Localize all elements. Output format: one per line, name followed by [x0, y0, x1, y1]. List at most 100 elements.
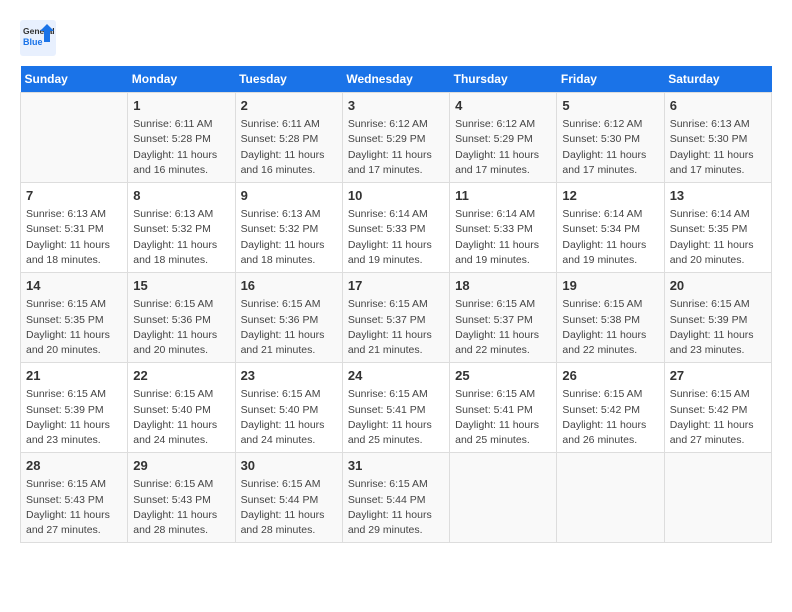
calendar-week-row: 21 Sunrise: 6:15 AM Sunset: 5:39 PM Dayli… [21, 363, 772, 453]
calendar-cell: 22Sunrise: 6:15 AM Sunset: 5:40 PM Dayli… [128, 363, 235, 453]
cell-info: Sunrise: 6:15 AM Sunset: 5:39 PM Dayligh… [670, 297, 766, 358]
calendar-cell: 13 Sunrise: 6:14 AM Sunset: 5:35 PM Dayli… [664, 183, 771, 273]
calendar-cell: 9Sunrise: 6:13 AM Sunset: 5:32 PM Daylig… [235, 183, 342, 273]
day-number: 29 [133, 457, 229, 475]
calendar-cell: 8 Sunrise: 6:13 AM Sunset: 5:32 PM Daylig… [128, 183, 235, 273]
day-number: 23 [241, 367, 337, 385]
calendar-week-row: 14Sunrise: 6:15 AM Sunset: 5:35 PM Dayli… [21, 273, 772, 363]
cell-info: Sunrise: 6:13 AM Sunset: 5:30 PM Dayligh… [670, 117, 766, 178]
calendar-cell: 1 Sunrise: 6:11 AM Sunset: 5:28 PM Daylig… [128, 93, 235, 183]
svg-text:Blue: Blue [23, 37, 43, 47]
weekday-header: Saturday [664, 66, 771, 93]
day-number: 9 [241, 187, 337, 205]
cell-info: Sunrise: 6:15 AM Sunset: 5:43 PM Dayligh… [26, 477, 122, 538]
cell-info: Sunrise: 6:15 AM Sunset: 5:40 PM Dayligh… [241, 387, 337, 448]
day-number: 16 [241, 277, 337, 295]
calendar-cell: 3 Sunrise: 6:12 AM Sunset: 5:29 PM Daylig… [342, 93, 449, 183]
day-number: 10 [348, 187, 444, 205]
weekday-header: Thursday [450, 66, 557, 93]
day-number: 24 [348, 367, 444, 385]
day-number: 7 [26, 187, 122, 205]
logo: General Blue [20, 20, 56, 56]
weekday-header: Wednesday [342, 66, 449, 93]
calendar-cell: 30 Sunrise: 6:15 AM Sunset: 5:44 PM Dayli… [235, 453, 342, 543]
page-header: General Blue [20, 20, 772, 56]
day-number: 1 [133, 97, 229, 115]
calendar-cell [21, 93, 128, 183]
weekday-header: Friday [557, 66, 664, 93]
calendar-table: SundayMondayTuesdayWednesdayThursdayFrid… [20, 66, 772, 543]
calendar-cell: 20 Sunrise: 6:15 AM Sunset: 5:39 PM Dayli… [664, 273, 771, 363]
day-number: 18 [455, 277, 551, 295]
calendar-cell: 28 Sunrise: 6:15 AM Sunset: 5:43 PM Dayli… [21, 453, 128, 543]
calendar-week-row: 28 Sunrise: 6:15 AM Sunset: 5:43 PM Dayli… [21, 453, 772, 543]
day-number: 20 [670, 277, 766, 295]
cell-info: Sunrise: 6:11 AM Sunset: 5:28 PM Dayligh… [241, 117, 337, 178]
cell-info: Sunrise: 6:15 AM Sunset: 5:39 PM Dayligh… [26, 387, 122, 448]
cell-info: Sunrise: 6:14 AM Sunset: 5:33 PM Dayligh… [348, 207, 444, 268]
day-number: 31 [348, 457, 444, 475]
weekday-header: Tuesday [235, 66, 342, 93]
calendar-cell: 25 Sunrise: 6:15 AM Sunset: 5:41 PM Dayli… [450, 363, 557, 453]
cell-info: Sunrise: 6:15 AM Sunset: 5:37 PM Dayligh… [455, 297, 551, 358]
cell-info: Sunrise: 6:13 AM Sunset: 5:32 PM Dayligh… [133, 207, 229, 268]
calendar-cell: 29Sunrise: 6:15 AM Sunset: 5:43 PM Dayli… [128, 453, 235, 543]
calendar-cell [557, 453, 664, 543]
cell-info: Sunrise: 6:15 AM Sunset: 5:37 PM Dayligh… [348, 297, 444, 358]
cell-info: Sunrise: 6:13 AM Sunset: 5:31 PM Dayligh… [26, 207, 122, 268]
cell-info: Sunrise: 6:15 AM Sunset: 5:41 PM Dayligh… [348, 387, 444, 448]
cell-info: Sunrise: 6:15 AM Sunset: 5:44 PM Dayligh… [348, 477, 444, 538]
day-number: 30 [241, 457, 337, 475]
calendar-cell: 23 Sunrise: 6:15 AM Sunset: 5:40 PM Dayli… [235, 363, 342, 453]
calendar-cell: 10 Sunrise: 6:14 AM Sunset: 5:33 PM Dayli… [342, 183, 449, 273]
header-row: SundayMondayTuesdayWednesdayThursdayFrid… [21, 66, 772, 93]
day-number: 28 [26, 457, 122, 475]
day-number: 25 [455, 367, 551, 385]
calendar-cell: 16 Sunrise: 6:15 AM Sunset: 5:36 PM Dayli… [235, 273, 342, 363]
weekday-header: Sunday [21, 66, 128, 93]
calendar-cell [664, 453, 771, 543]
day-number: 13 [670, 187, 766, 205]
calendar-cell: 15 Sunrise: 6:15 AM Sunset: 5:36 PM Dayli… [128, 273, 235, 363]
day-number: 26 [562, 367, 658, 385]
day-number: 21 [26, 367, 122, 385]
cell-info: Sunrise: 6:15 AM Sunset: 5:35 PM Dayligh… [26, 297, 122, 358]
day-number: 2 [241, 97, 337, 115]
calendar-cell: 19Sunrise: 6:15 AM Sunset: 5:38 PM Dayli… [557, 273, 664, 363]
cell-info: Sunrise: 6:15 AM Sunset: 5:36 PM Dayligh… [241, 297, 337, 358]
cell-info: Sunrise: 6:14 AM Sunset: 5:35 PM Dayligh… [670, 207, 766, 268]
calendar-cell: 18 Sunrise: 6:15 AM Sunset: 5:37 PM Dayli… [450, 273, 557, 363]
cell-info: Sunrise: 6:15 AM Sunset: 5:41 PM Dayligh… [455, 387, 551, 448]
cell-info: Sunrise: 6:15 AM Sunset: 5:40 PM Dayligh… [133, 387, 229, 448]
calendar-cell: 11 Sunrise: 6:14 AM Sunset: 5:33 PM Dayli… [450, 183, 557, 273]
weekday-header: Monday [128, 66, 235, 93]
day-number: 5 [562, 97, 658, 115]
cell-info: Sunrise: 6:15 AM Sunset: 5:38 PM Dayligh… [562, 297, 658, 358]
day-number: 15 [133, 277, 229, 295]
calendar-cell: 2 Sunrise: 6:11 AM Sunset: 5:28 PM Daylig… [235, 93, 342, 183]
day-number: 17 [348, 277, 444, 295]
calendar-cell: 17 Sunrise: 6:15 AM Sunset: 5:37 PM Dayli… [342, 273, 449, 363]
day-number: 11 [455, 187, 551, 205]
cell-info: Sunrise: 6:15 AM Sunset: 5:42 PM Dayligh… [670, 387, 766, 448]
cell-info: Sunrise: 6:14 AM Sunset: 5:34 PM Dayligh… [562, 207, 658, 268]
calendar-cell: 4Sunrise: 6:12 AM Sunset: 5:29 PM Daylig… [450, 93, 557, 183]
calendar-cell: 31 Sunrise: 6:15 AM Sunset: 5:44 PM Dayli… [342, 453, 449, 543]
cell-info: Sunrise: 6:14 AM Sunset: 5:33 PM Dayligh… [455, 207, 551, 268]
day-number: 8 [133, 187, 229, 205]
calendar-cell [450, 453, 557, 543]
cell-info: Sunrise: 6:11 AM Sunset: 5:28 PM Dayligh… [133, 117, 229, 178]
cell-info: Sunrise: 6:12 AM Sunset: 5:29 PM Dayligh… [348, 117, 444, 178]
cell-info: Sunrise: 6:12 AM Sunset: 5:30 PM Dayligh… [562, 117, 658, 178]
calendar-cell: 5 Sunrise: 6:12 AM Sunset: 5:30 PM Daylig… [557, 93, 664, 183]
day-number: 6 [670, 97, 766, 115]
calendar-cell: 7 Sunrise: 6:13 AM Sunset: 5:31 PM Daylig… [21, 183, 128, 273]
cell-info: Sunrise: 6:15 AM Sunset: 5:36 PM Dayligh… [133, 297, 229, 358]
day-number: 3 [348, 97, 444, 115]
calendar-cell: 26Sunrise: 6:15 AM Sunset: 5:42 PM Dayli… [557, 363, 664, 453]
calendar-cell: 14Sunrise: 6:15 AM Sunset: 5:35 PM Dayli… [21, 273, 128, 363]
calendar-cell: 6 Sunrise: 6:13 AM Sunset: 5:30 PM Daylig… [664, 93, 771, 183]
calendar-cell: 21 Sunrise: 6:15 AM Sunset: 5:39 PM Dayli… [21, 363, 128, 453]
cell-info: Sunrise: 6:15 AM Sunset: 5:44 PM Dayligh… [241, 477, 337, 538]
calendar-cell: 27Sunrise: 6:15 AM Sunset: 5:42 PM Dayli… [664, 363, 771, 453]
